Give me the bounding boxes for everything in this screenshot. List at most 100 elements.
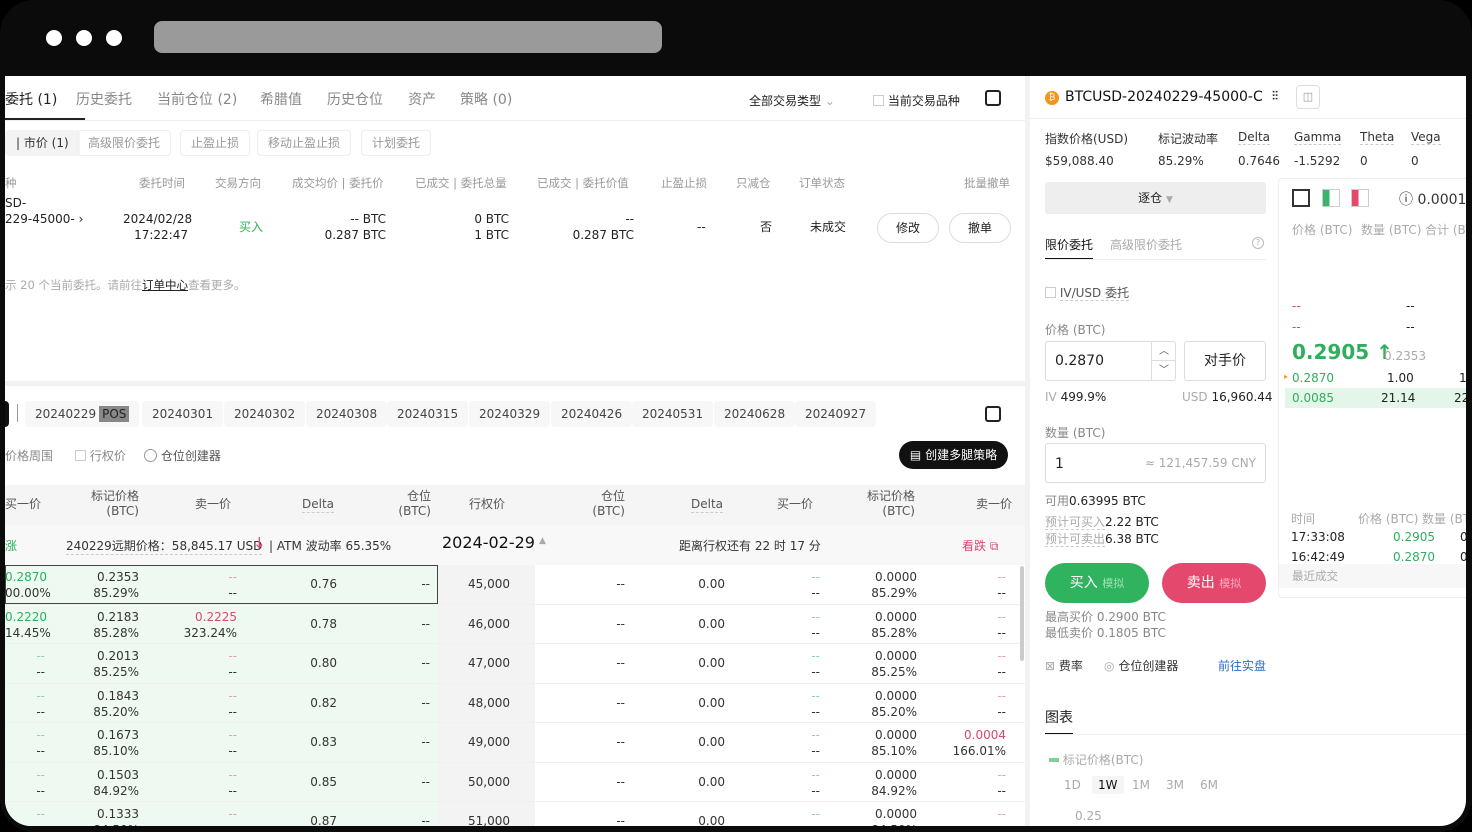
tab-assets[interactable]: 资产: [408, 89, 436, 109]
call-put-toggle[interactable]: [5, 401, 9, 427]
sell-button[interactable]: 卖出 模拟: [1162, 563, 1266, 603]
expiry-tab-20240329[interactable]: 20240329: [469, 401, 551, 427]
expiry-tab-20240426[interactable]: 20240426: [551, 401, 633, 427]
quantity-input[interactable]: 1 ≈ 121,457.59 CNY: [1045, 443, 1266, 483]
expiry-tab-20240301[interactable]: 20240301: [142, 401, 224, 427]
subtab-market[interactable]: | 市价 (1): [5, 130, 80, 156]
book-asks-icon[interactable]: [1351, 189, 1369, 207]
price-input[interactable]: 0.2870 ︿ ﹀: [1045, 341, 1176, 381]
range-tab-1D[interactable]: 1D: [1058, 776, 1087, 794]
call-ask[interactable]: ----: [175, 648, 237, 680]
candles-icon[interactable]: ⫶⫶: [1272, 89, 1278, 104]
tab-open-orders[interactable]: 委托 (1): [5, 89, 57, 109]
option-row[interactable]: -- -- 0.1333 84.50% -- -- 0.87 -- 51,000 -- 0.00 --…: [5, 802, 1025, 826]
window-minimize-dot[interactable]: [76, 30, 92, 46]
stepper-up-icon[interactable]: ︿: [1151, 342, 1176, 361]
call-bid[interactable]: ----: [5, 767, 45, 799]
stepper-down-icon[interactable]: ﹀: [1151, 361, 1176, 380]
tab-advanced-limit[interactable]: 高级限价委托: [1110, 236, 1182, 253]
expiry-tab-20240302[interactable]: 20240302: [224, 401, 306, 427]
put-ask[interactable]: ----: [950, 569, 1006, 601]
help-icon[interactable]: ?: [1252, 237, 1264, 249]
range-tab-1W[interactable]: 1W: [1092, 776, 1124, 794]
call-ask[interactable]: ----: [175, 806, 237, 826]
option-row[interactable]: -- -- 0.1673 85.10% -- -- 0.83 -- 49,000 -- 0.00 --…: [5, 723, 1025, 763]
option-row[interactable]: -- -- 0.2013 85.25% -- -- 0.80 -- 47,000 -- 0.00 --…: [5, 644, 1025, 684]
modify-order-button[interactable]: 修改: [877, 213, 939, 243]
put-bid[interactable]: ----: [785, 806, 820, 826]
put-bid[interactable]: ----: [785, 569, 820, 601]
bid-price[interactable]: 0.2870: [1292, 371, 1334, 385]
position-builder-button[interactable]: 仓位创建器: [144, 447, 221, 464]
expand-icon[interactable]: [985, 90, 1001, 106]
call-bid[interactable]: 0.2870 00.00%: [5, 569, 51, 601]
expand-icon[interactable]: [985, 406, 1001, 422]
expiry-tab-20240628[interactable]: 20240628: [714, 401, 796, 427]
put-ask[interactable]: ----: [950, 688, 1006, 720]
range-tab-1M[interactable]: 1M: [1126, 776, 1156, 794]
iv-usd-checkbox[interactable]: IV/USD 委托: [1045, 284, 1130, 301]
ask-price[interactable]: --: [1292, 320, 1301, 334]
put-ask[interactable]: ----: [950, 806, 1006, 826]
current-instrument-checkbox[interactable]: 当前交易品种: [873, 92, 960, 109]
trade-type-select[interactable]: 全部交易类型 ⌄: [749, 92, 835, 109]
tab-strategies[interactable]: 策略 (0): [460, 89, 512, 109]
put-bid[interactable]: ----: [785, 727, 820, 759]
put-bid[interactable]: ----: [785, 767, 820, 799]
batch-cancel-link[interactable]: 批量撤单: [964, 175, 1010, 191]
put-bid[interactable]: ----: [785, 648, 820, 680]
expiry-tab-20240308[interactable]: 20240308: [306, 401, 388, 427]
expiry-tab-20240927[interactable]: 20240927: [795, 401, 877, 427]
call-bid[interactable]: 0.2220 14.45%: [5, 609, 51, 641]
order-instrument[interactable]: SD- 229-45000- ›: [5, 195, 83, 227]
window-maximize-dot[interactable]: [106, 30, 122, 46]
tab-greeks[interactable]: 希腊值: [260, 89, 302, 109]
tab-positions[interactable]: 当前仓位 (2): [157, 89, 237, 109]
put-ask[interactable]: ----: [950, 609, 1006, 641]
option-row[interactable]: 0.2870 00.00% 0.2353 85.29% -- -- 0.76 -- 45,000…: [5, 565, 1025, 605]
call-bid[interactable]: ----: [5, 648, 45, 680]
subtab-trigger[interactable]: 计划委托: [361, 130, 432, 156]
tick-size-select[interactable]: ⓘ 0.0001: [1399, 189, 1466, 209]
scrollbar[interactable]: [1020, 566, 1024, 661]
ask-price[interactable]: --: [1292, 299, 1301, 313]
option-row[interactable]: -- -- 0.1843 85.20% -- -- 0.82 -- 48,000 -- 0.00 --…: [5, 683, 1025, 723]
strike-price-checkbox[interactable]: 行权价: [75, 447, 126, 464]
subtab-trailing-stop[interactable]: 移动止盈止损: [257, 130, 352, 156]
tab-limit-order[interactable]: 限价委托: [1045, 236, 1093, 253]
call-ask[interactable]: ----: [175, 727, 237, 759]
cancel-order-button[interactable]: 撤单: [949, 213, 1011, 243]
book-bids-icon[interactable]: [1322, 189, 1340, 207]
range-tab-3M[interactable]: 3M: [1160, 776, 1190, 794]
put-ask[interactable]: ----: [950, 767, 1006, 799]
order-center-link[interactable]: 订单中心: [142, 278, 188, 292]
subtab-advanced-limit[interactable]: 高级限价委托: [77, 130, 172, 156]
expiry-tab-20240229[interactable]: 20240229 POS: [25, 401, 140, 427]
put-bid[interactable]: ----: [785, 609, 820, 641]
option-row[interactable]: 0.2220 14.45% 0.2183 85.28% 0.2225 323.24% 0.7…: [5, 604, 1025, 644]
call-ask[interactable]: ----: [175, 767, 237, 799]
expiry-tab-20240315[interactable]: 20240315: [387, 401, 469, 427]
book-icon[interactable]: ◫: [1296, 85, 1320, 109]
expiry-date[interactable]: 2024-02-29: [442, 533, 535, 552]
call-ask[interactable]: 0.2225 323.24%: [175, 609, 237, 641]
filter-near-price[interactable]: 价格周围: [5, 447, 53, 464]
tab-order-history[interactable]: 历史委托: [76, 89, 132, 109]
create-strategy-button[interactable]: ▤ 创建多腿策略: [899, 441, 1008, 469]
go-live-link[interactable]: 前往实盘: [1218, 657, 1266, 674]
put-ask[interactable]: 0.0004 166.01%: [950, 727, 1006, 759]
bid-price[interactable]: 0.0085: [1292, 391, 1334, 405]
fee-rate-link[interactable]: ⊠ 费率: [1045, 657, 1083, 674]
put-ask[interactable]: ----: [950, 648, 1006, 680]
expiry-tab-20240531[interactable]: 20240531: [632, 401, 714, 427]
counterparty-price-button[interactable]: 对手价: [1184, 341, 1266, 381]
put-bid[interactable]: ----: [785, 688, 820, 720]
position-builder-link[interactable]: ◎ 仓位创建器: [1104, 657, 1178, 674]
call-ask[interactable]: ----: [175, 569, 237, 601]
option-row[interactable]: -- -- 0.1503 84.92% -- -- 0.85 -- 50,000 -- 0.00 --…: [5, 762, 1025, 802]
call-bid[interactable]: ----: [5, 727, 45, 759]
margin-mode-select[interactable]: 逐仓 ▼: [1045, 182, 1266, 214]
call-bid[interactable]: ----: [5, 806, 45, 826]
call-ask[interactable]: ----: [175, 688, 237, 720]
window-close-dot[interactable]: [46, 30, 62, 46]
